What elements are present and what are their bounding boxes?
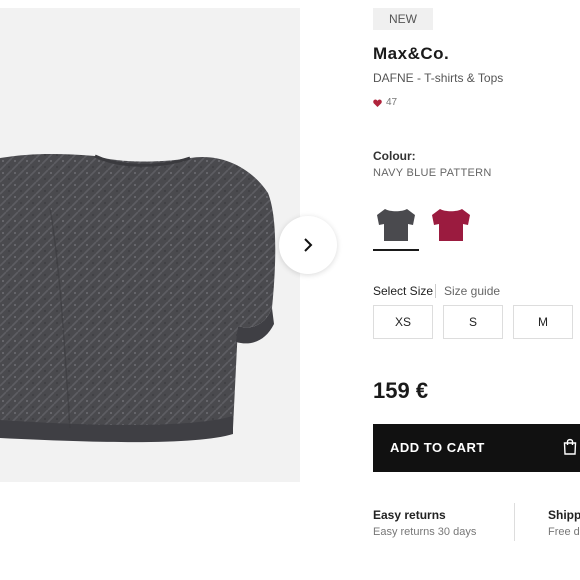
next-image-button[interactable] <box>279 216 337 274</box>
shipping-subtitle: Free d <box>548 526 580 538</box>
product-subtitle: DAFNE - T-shirts & Tops <box>373 71 504 85</box>
likes-count: 47 <box>386 97 398 108</box>
info-divider <box>514 503 515 541</box>
knit-top-illustration <box>0 153 276 443</box>
swatch-raspberry[interactable] <box>428 205 474 249</box>
shipping-title: Shipp <box>548 508 580 522</box>
red-top-thumbnail <box>432 209 470 241</box>
swatch-navy-blue-pattern[interactable] <box>373 205 419 251</box>
colour-value: NAVY BLUE PATTERN <box>373 167 492 179</box>
size-option-m[interactable]: M <box>513 305 573 339</box>
new-badge: NEW <box>373 8 433 30</box>
size-guide-link[interactable]: Size guide <box>444 284 500 298</box>
easy-returns-subtitle: Easy returns 30 days <box>373 526 477 538</box>
chevron-right-icon <box>304 238 313 252</box>
shopping-bag-icon <box>563 438 577 455</box>
select-size-label: Select Size <box>373 284 434 298</box>
size-option-xs[interactable]: XS <box>373 305 433 339</box>
product-image[interactable] <box>0 8 300 482</box>
add-to-cart-button[interactable]: ADD TO CART <box>373 424 580 472</box>
easy-returns-title: Easy returns <box>373 508 446 522</box>
colour-label: Colour: <box>373 149 416 163</box>
size-option-s[interactable]: S <box>443 305 503 339</box>
add-to-cart-label: ADD TO CART <box>390 440 485 455</box>
grey-top-thumbnail <box>377 209 415 241</box>
product-price: 159 € <box>373 378 429 403</box>
brand-name[interactable]: Max&Co. <box>373 44 449 64</box>
likes-counter[interactable]: 47 <box>373 97 397 108</box>
size-divider <box>435 284 436 298</box>
heart-icon <box>373 98 382 107</box>
